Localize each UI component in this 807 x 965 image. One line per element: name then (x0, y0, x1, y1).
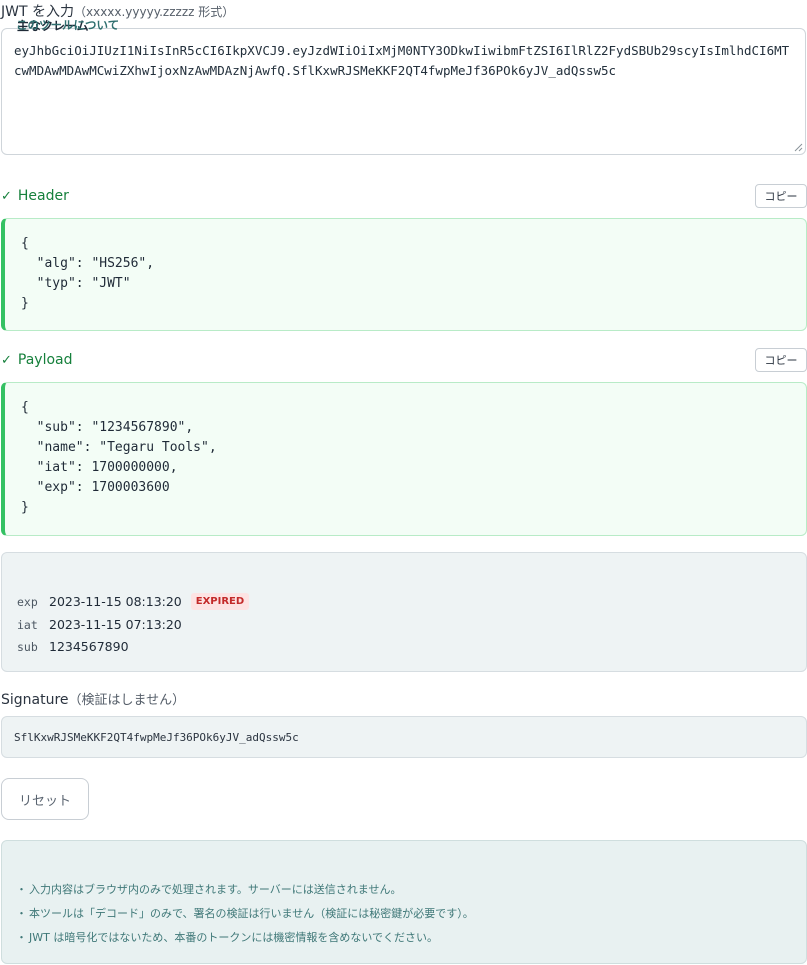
signature-label: Signature（検証はしません） (1, 689, 185, 708)
signature-value: SflKxwRJSMeKKF2QT4fwpMeJf36POk6yJV_adQss… (1, 716, 807, 758)
jwt-input[interactable]: eyJhbGciOiJIUzI1NiIsInR5cCI6IkpXVCJ9.eyJ… (1, 28, 806, 155)
bullet: ・ (16, 883, 27, 896)
copy-payload-button[interactable]: コピー (755, 348, 807, 372)
json-line: "alg": "HS256", (21, 256, 155, 271)
payload-json: { "sub": "1234567890", "name": "Tegaru T… (1, 382, 807, 536)
claim-key: exp (17, 594, 38, 609)
header-section-title: ✓ Header (1, 188, 69, 204)
json-line: } (21, 500, 29, 515)
json-line: "typ": "JWT" (21, 276, 131, 291)
reset-button[interactable]: リセット (1, 778, 89, 820)
json-line: "sub": "1234567890", (21, 420, 194, 435)
bullet: ・ (16, 907, 27, 920)
json-line: "iat": 1700000000, (21, 460, 178, 475)
about-item-text: 本ツールは「デコード」のみで、署名の検証は行いません（検証には秘密鍵が必要です）… (29, 907, 474, 920)
expired-badge: EXPIRED (190, 593, 250, 610)
claim-row-sub: sub 1234567890 (17, 639, 129, 654)
jwt-input-value: eyJhbGciOiJIUzI1NiIsInR5cCI6IkpXVCJ9.eyJ… (14, 43, 790, 78)
claim-value: 1234567890 (49, 639, 129, 654)
check-icon: ✓ (1, 188, 12, 204)
about-title: このツールについて (16, 18, 120, 32)
about-item-text: 入力内容はブラウザ内のみで処理されます。サーバーには送信されません。 (29, 883, 402, 896)
about-item-text: JWT は暗号化ではないため、本番のトークンには機密情報を含めないでください。 (29, 931, 439, 944)
json-line: "exp": 1700003600 (21, 480, 170, 495)
signature-label-text: Signature (1, 692, 69, 708)
about-item: ・ 本ツールは「デコード」のみで、署名の検証は行いません（検証には秘密鍵が必要で… (16, 905, 474, 921)
json-line: "name": "Tegaru Tools", (21, 440, 217, 455)
check-icon: ✓ (1, 352, 12, 368)
signature-note: （検証はしません） (68, 693, 186, 708)
claim-value: 2023-11-15 08:13:20 (49, 594, 182, 609)
claim-key: iat (17, 617, 38, 632)
claim-row-iat: iat 2023-11-15 07:13:20 (17, 617, 182, 632)
copy-header-button[interactable]: コピー (755, 184, 807, 208)
signature-text: SflKxwRJSMeKKF2QT4fwpMeJf36POk6yJV_adQss… (14, 730, 299, 744)
resize-grip-icon[interactable] (794, 143, 803, 152)
about-panel (1, 840, 807, 964)
payload-title: Payload (17, 352, 73, 368)
bullet: ・ (16, 931, 27, 944)
payload-section-title: ✓ Payload (1, 352, 73, 368)
claim-row-exp: exp 2023-11-15 08:13:20 EXPIRED (17, 593, 250, 610)
json-line: { (21, 236, 29, 251)
json-line: } (21, 296, 29, 311)
about-item: ・ JWT は暗号化ではないため、本番のトークンには機密情報を含めないでください… (16, 929, 438, 945)
about-item: ・ 入力内容はブラウザ内のみで処理されます。サーバーには送信されません。 (16, 881, 401, 897)
json-line: { (21, 400, 29, 415)
header-title: Header (17, 188, 69, 204)
claims-panel (1, 552, 807, 672)
claim-value: 2023-11-15 07:13:20 (49, 617, 182, 632)
claim-key: sub (17, 639, 38, 654)
header-json: { "alg": "HS256", "typ": "JWT"} (1, 218, 807, 331)
